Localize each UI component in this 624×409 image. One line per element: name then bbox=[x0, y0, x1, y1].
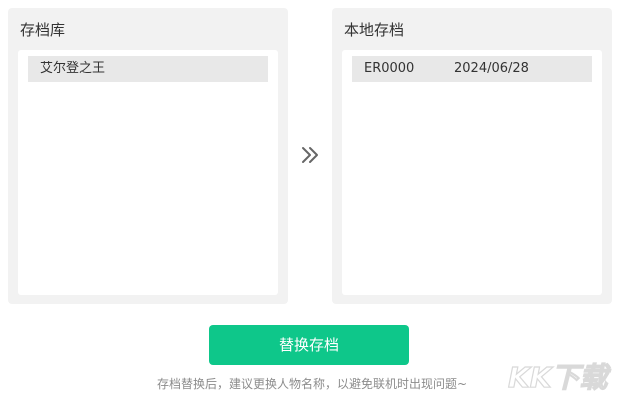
local-archive-item[interactable]: ER0000 2024/06/28 bbox=[352, 56, 592, 82]
replace-archive-button[interactable]: 替换存档 bbox=[209, 325, 409, 365]
double-chevron-right-icon[interactable] bbox=[299, 144, 321, 166]
archive-item-name: 艾尔登之王 bbox=[40, 61, 106, 76]
archive-library-panel: 存档库 艾尔登之王 bbox=[8, 8, 288, 304]
svg-text:KK下载: KK下载 bbox=[508, 361, 611, 394]
local-archive-list: ER0000 2024/06/28 bbox=[342, 50, 602, 295]
archive-library-list: 艾尔登之王 bbox=[18, 50, 278, 295]
local-item-date: 2024/06/28 bbox=[454, 61, 529, 76]
local-archive-panel: 本地存档 ER0000 2024/06/28 bbox=[332, 8, 612, 304]
kk-download-watermark-logo: KK下载 bbox=[506, 356, 622, 396]
archive-library-title: 存档库 bbox=[20, 21, 66, 39]
local-item-name: ER0000 bbox=[364, 61, 415, 76]
archive-library-item[interactable]: 艾尔登之王 bbox=[28, 56, 268, 82]
local-archive-title: 本地存档 bbox=[344, 21, 405, 39]
